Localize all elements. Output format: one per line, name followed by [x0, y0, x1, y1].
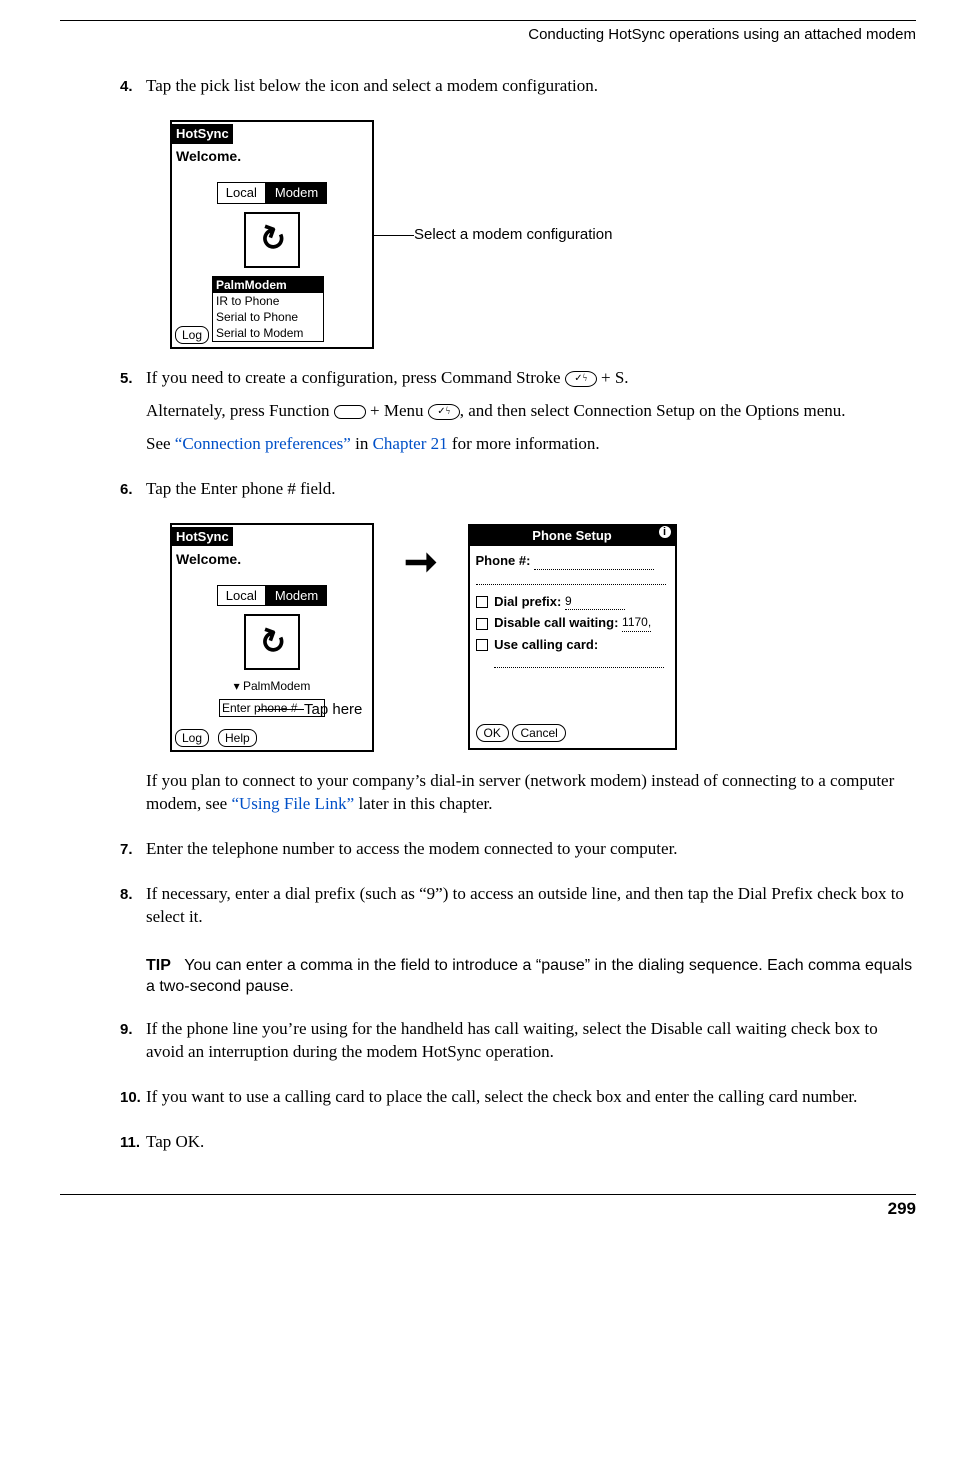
- step-6-num: 6.: [120, 478, 146, 511]
- step-6-note: If you plan to connect to your company’s…: [120, 770, 916, 826]
- phone-setup-title: Phone Setup i: [470, 526, 675, 546]
- step-6: 6. Tap the Enter phone # field.: [120, 478, 916, 511]
- step-9-text: If the phone line you’re using for the h…: [146, 1018, 916, 1064]
- welcome-text-2: Welcome.: [176, 550, 372, 569]
- phone-setup-dialog: Phone Setup i Phone #: Dial prefix: 9: [468, 524, 677, 750]
- command-stroke-icon: ✓ϟ: [565, 371, 597, 387]
- step-7: 7. Enter the telephone number to access …: [120, 838, 916, 871]
- calling-card-label: Use calling card:: [494, 637, 598, 652]
- phone-number-row: Phone #:: [476, 552, 669, 570]
- arrow-icon: ➞: [404, 554, 438, 570]
- page-number: 299: [60, 1198, 916, 1221]
- tab-local-2[interactable]: Local: [217, 585, 266, 607]
- hotsync-icon[interactable]: ↻: [244, 212, 300, 268]
- list-item-serial-modem[interactable]: Serial to Modem: [213, 325, 323, 341]
- step-8-num: 8.: [120, 883, 146, 939]
- modem-config-list[interactable]: PalmModem IR to Phone Serial to Phone Se…: [212, 276, 324, 343]
- sync-glyph-icon: ↻: [252, 215, 292, 265]
- step-8-text: If necessary, enter a dial prefix (such …: [146, 883, 916, 929]
- step-9: 9. If the phone line you’re using for th…: [120, 1018, 916, 1074]
- figure-2: HotSync Welcome. Local Modem ↻ ▾ PalmMod…: [170, 523, 916, 752]
- step-4-text: Tap the pick list below the icon and sel…: [146, 75, 916, 98]
- link-using-file-link[interactable]: “Using File Link”: [231, 794, 354, 813]
- list-item-ir[interactable]: IR to Phone: [213, 293, 323, 309]
- ok-button[interactable]: OK: [476, 724, 509, 742]
- step-5-num: 5.: [120, 367, 146, 466]
- welcome-text: Welcome.: [176, 147, 372, 166]
- step-4: 4. Tap the pick list below the icon and …: [120, 75, 916, 108]
- step-5: 5. If you need to create a configuration…: [120, 367, 916, 466]
- step-10: 10. If you want to use a calling card to…: [120, 1086, 916, 1119]
- callout-tap-here: Tap here: [304, 700, 362, 720]
- tab-modem-2[interactable]: Modem: [266, 585, 327, 607]
- hotsync-title: HotSync: [172, 124, 233, 144]
- step-6-text: Tap the Enter phone # field.: [146, 478, 916, 501]
- step-11-text: Tap OK.: [146, 1131, 916, 1154]
- log-button[interactable]: Log: [175, 326, 209, 344]
- dial-prefix-label: Dial prefix:: [494, 594, 561, 609]
- tip-block: TIP You can enter a comma in the field t…: [146, 955, 916, 998]
- step-5-line1: If you need to create a configuration, p…: [146, 367, 916, 390]
- step-5-line2: Alternately, press Function + Menu ✓ϟ, a…: [146, 400, 916, 423]
- step-10-num: 10.: [120, 1086, 146, 1119]
- log-button-2[interactable]: Log: [175, 729, 209, 747]
- dial-prefix-field[interactable]: 9: [565, 593, 625, 610]
- tip-label: TIP: [146, 957, 171, 974]
- menu-key-icon: ✓ϟ: [428, 404, 460, 420]
- step-7-num: 7.: [120, 838, 146, 871]
- step-9-num: 9.: [120, 1018, 146, 1074]
- step-4-num: 4.: [120, 75, 146, 108]
- list-item-serial-phone[interactable]: Serial to Phone: [213, 309, 323, 325]
- callout-select-modem: Select a modem configuration: [414, 225, 612, 245]
- disable-cw-checkbox[interactable]: [476, 618, 488, 630]
- function-key-icon: [334, 405, 366, 419]
- disable-cw-label: Disable call waiting:: [494, 615, 618, 630]
- tab-modem[interactable]: Modem: [266, 182, 327, 204]
- sync-glyph-icon-2: ↻: [252, 617, 292, 667]
- tab-local[interactable]: Local: [217, 182, 266, 204]
- running-header: Conducting HotSync operations using an a…: [60, 25, 916, 45]
- modem-dropdown[interactable]: ▾ PalmModem: [172, 678, 372, 694]
- step-11: 11. Tap OK.: [120, 1131, 916, 1164]
- hotsync-icon-2[interactable]: ↻: [244, 614, 300, 670]
- calling-card-checkbox[interactable]: [476, 639, 488, 651]
- list-item-palmmodem[interactable]: PalmModem: [213, 277, 323, 293]
- info-icon[interactable]: i: [659, 526, 671, 538]
- link-connection-prefs[interactable]: “Connection preferences”: [175, 434, 351, 453]
- step-7-text: Enter the telephone number to access the…: [146, 838, 916, 861]
- step-11-num: 11.: [120, 1131, 146, 1164]
- step-10-text: If you want to use a calling card to pla…: [146, 1086, 916, 1109]
- figure-1: HotSync Welcome. Local Modem ↻ PalmModem…: [170, 120, 916, 349]
- disable-cw-field[interactable]: 1170,: [622, 614, 651, 631]
- calling-card-field[interactable]: [494, 659, 664, 668]
- tip-text: You can enter a comma in the field to in…: [146, 957, 912, 996]
- link-chapter-21[interactable]: Chapter 21: [373, 434, 448, 453]
- step-5-line3: See “Connection preferences” in Chapter …: [146, 433, 916, 456]
- dial-prefix-checkbox[interactable]: [476, 596, 488, 608]
- phone-number-field[interactable]: [534, 569, 654, 570]
- palm-screen-1: HotSync Welcome. Local Modem ↻ PalmModem…: [170, 120, 374, 349]
- cancel-button[interactable]: Cancel: [512, 724, 565, 742]
- phone-number-field-2[interactable]: [476, 576, 666, 585]
- hotsync-title-2: HotSync: [172, 527, 233, 547]
- step-8: 8. If necessary, enter a dial prefix (su…: [120, 883, 916, 939]
- help-button[interactable]: Help: [218, 729, 257, 747]
